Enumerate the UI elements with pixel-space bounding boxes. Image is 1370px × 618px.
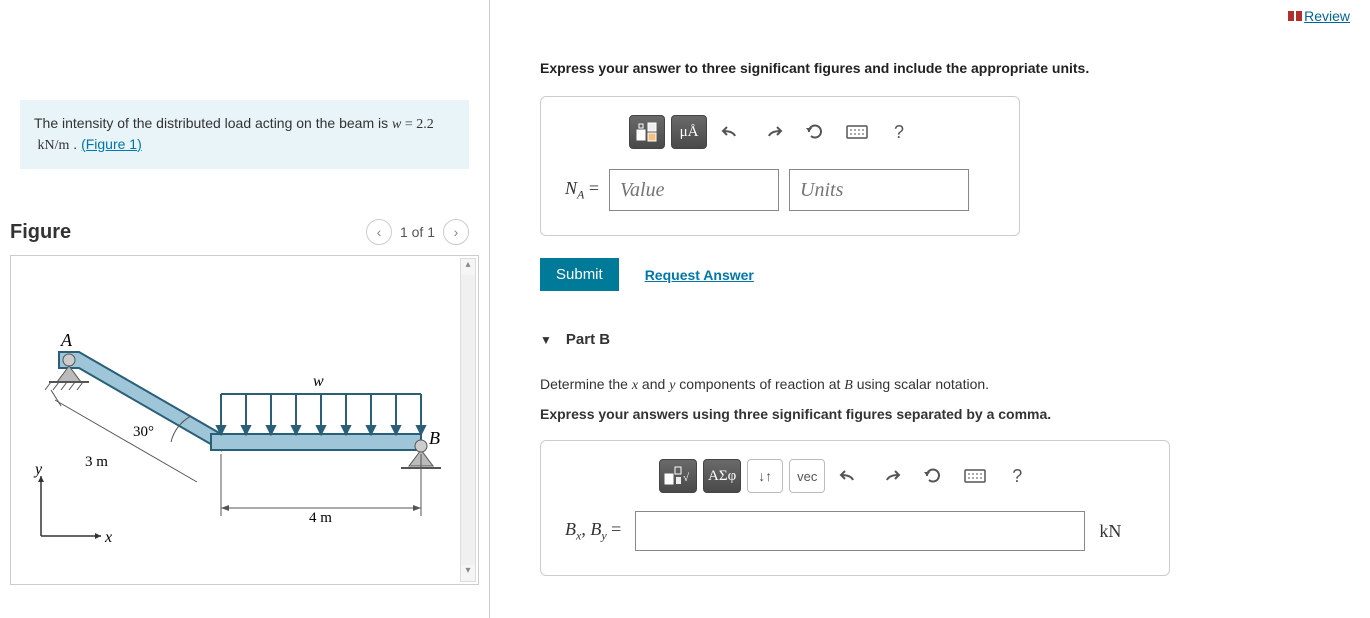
keyboard-icon (846, 125, 868, 139)
help-button[interactable]: ? (881, 115, 917, 149)
problem-statement: The intensity of the distributed load ac… (20, 100, 469, 169)
undo-icon (839, 468, 859, 484)
partA-equation-row: NA = (565, 169, 995, 211)
partB-prompt: Determine the x and y components of reac… (540, 374, 1350, 396)
reset-button-b[interactable] (915, 459, 951, 493)
undo-icon (721, 124, 741, 140)
partA-submit-row: Submit Request Answer (540, 258, 1350, 291)
length-4m-label: 4 m (309, 510, 332, 526)
next-figure-button[interactable]: › (443, 219, 469, 245)
problem-value: 2.2 (416, 117, 434, 132)
figure-link[interactable]: (Figure 1) (81, 136, 142, 152)
partA-units-input[interactable] (789, 169, 969, 211)
axis-x-label: x (104, 529, 112, 546)
problem-unit: kN/m (34, 138, 69, 153)
figure-scrollbar[interactable]: ▴ ▾ (460, 258, 476, 582)
request-answer-link[interactable]: Request Answer (645, 267, 754, 283)
problem-text: The intensity of the distributed load ac… (34, 115, 392, 131)
vec-button[interactable]: vec (789, 459, 825, 493)
reset-button[interactable] (797, 115, 833, 149)
partA-value-input[interactable] (609, 169, 779, 211)
updown-button[interactable]: ↓↑ (747, 459, 783, 493)
partB-header[interactable]: ▼ Part B (540, 331, 1350, 348)
partA-instruction: Express your answer to three significant… (540, 60, 1350, 76)
partA-lhs: NA = (565, 178, 599, 203)
problem-equals: = (401, 117, 416, 132)
partB-lhs: Bx, By = (565, 519, 621, 544)
length-3m-label: 3 m (85, 454, 108, 470)
figure-header: Figure ‹ 1 of 1 › (10, 219, 469, 245)
reset-icon (806, 123, 824, 141)
partB-instruction: Express your answers using three signifi… (540, 406, 1350, 422)
point-B-label: B (429, 428, 440, 448)
point-A-label: A (60, 330, 73, 350)
scroll-up-icon[interactable]: ▴ (461, 259, 475, 275)
axis-y-label: y (33, 461, 43, 478)
figure-counter: 1 of 1 (400, 224, 435, 240)
right-panel: Review Express your answer to three sign… (490, 0, 1370, 618)
svg-text:√: √ (683, 472, 690, 484)
load-w-label: w (313, 373, 324, 390)
redo-icon (881, 468, 901, 484)
partB-answer-box: √ ΑΣφ ↓↑ vec ? (540, 440, 1170, 576)
keyboard-button-b[interactable] (957, 459, 993, 493)
redo-button-b[interactable] (873, 459, 909, 493)
partA-toolbar: μÅ ? (629, 115, 995, 149)
scroll-down-icon[interactable]: ▾ (461, 565, 475, 581)
template-tool-button[interactable] (629, 115, 665, 149)
undo-button-b[interactable] (831, 459, 867, 493)
redo-icon (763, 124, 783, 140)
keyboard-button[interactable] (839, 115, 875, 149)
review-link[interactable]: Review (1288, 8, 1350, 24)
prev-figure-button[interactable]: ‹ (366, 219, 392, 245)
partB-value-input[interactable] (635, 511, 1085, 551)
figure-title: Figure (10, 221, 71, 244)
reset-icon (924, 467, 942, 485)
angle-label: 30° (133, 424, 154, 440)
book-icon (1288, 11, 1302, 21)
partB-toolbar: √ ΑΣφ ↓↑ vec ? (659, 459, 1145, 493)
problem-after: . (69, 136, 81, 152)
partB-unit: kN (1099, 521, 1121, 542)
units-tool-button[interactable]: μÅ (671, 115, 707, 149)
collapse-caret-icon: ▼ (540, 333, 552, 347)
redo-button[interactable] (755, 115, 791, 149)
beam-diagram: y x (21, 276, 441, 556)
help-button-b[interactable]: ? (999, 459, 1035, 493)
keyboard-icon (964, 469, 986, 483)
partB-equation-row: Bx, By = kN (565, 511, 1145, 551)
template-tool-button-b[interactable]: √ (659, 459, 697, 493)
figure-nav: ‹ 1 of 1 › (366, 219, 469, 245)
partA-answer-box: μÅ ? NA = (540, 96, 1020, 236)
greek-tool-button[interactable]: ΑΣφ (703, 459, 741, 493)
submit-button[interactable]: Submit (540, 258, 619, 291)
problem-variable: w (392, 117, 401, 132)
undo-button[interactable] (713, 115, 749, 149)
figure-canvas: ▴ ▾ y x (10, 255, 479, 585)
left-panel: The intensity of the distributed load ac… (0, 0, 490, 618)
partB-label: Part B (566, 331, 610, 348)
